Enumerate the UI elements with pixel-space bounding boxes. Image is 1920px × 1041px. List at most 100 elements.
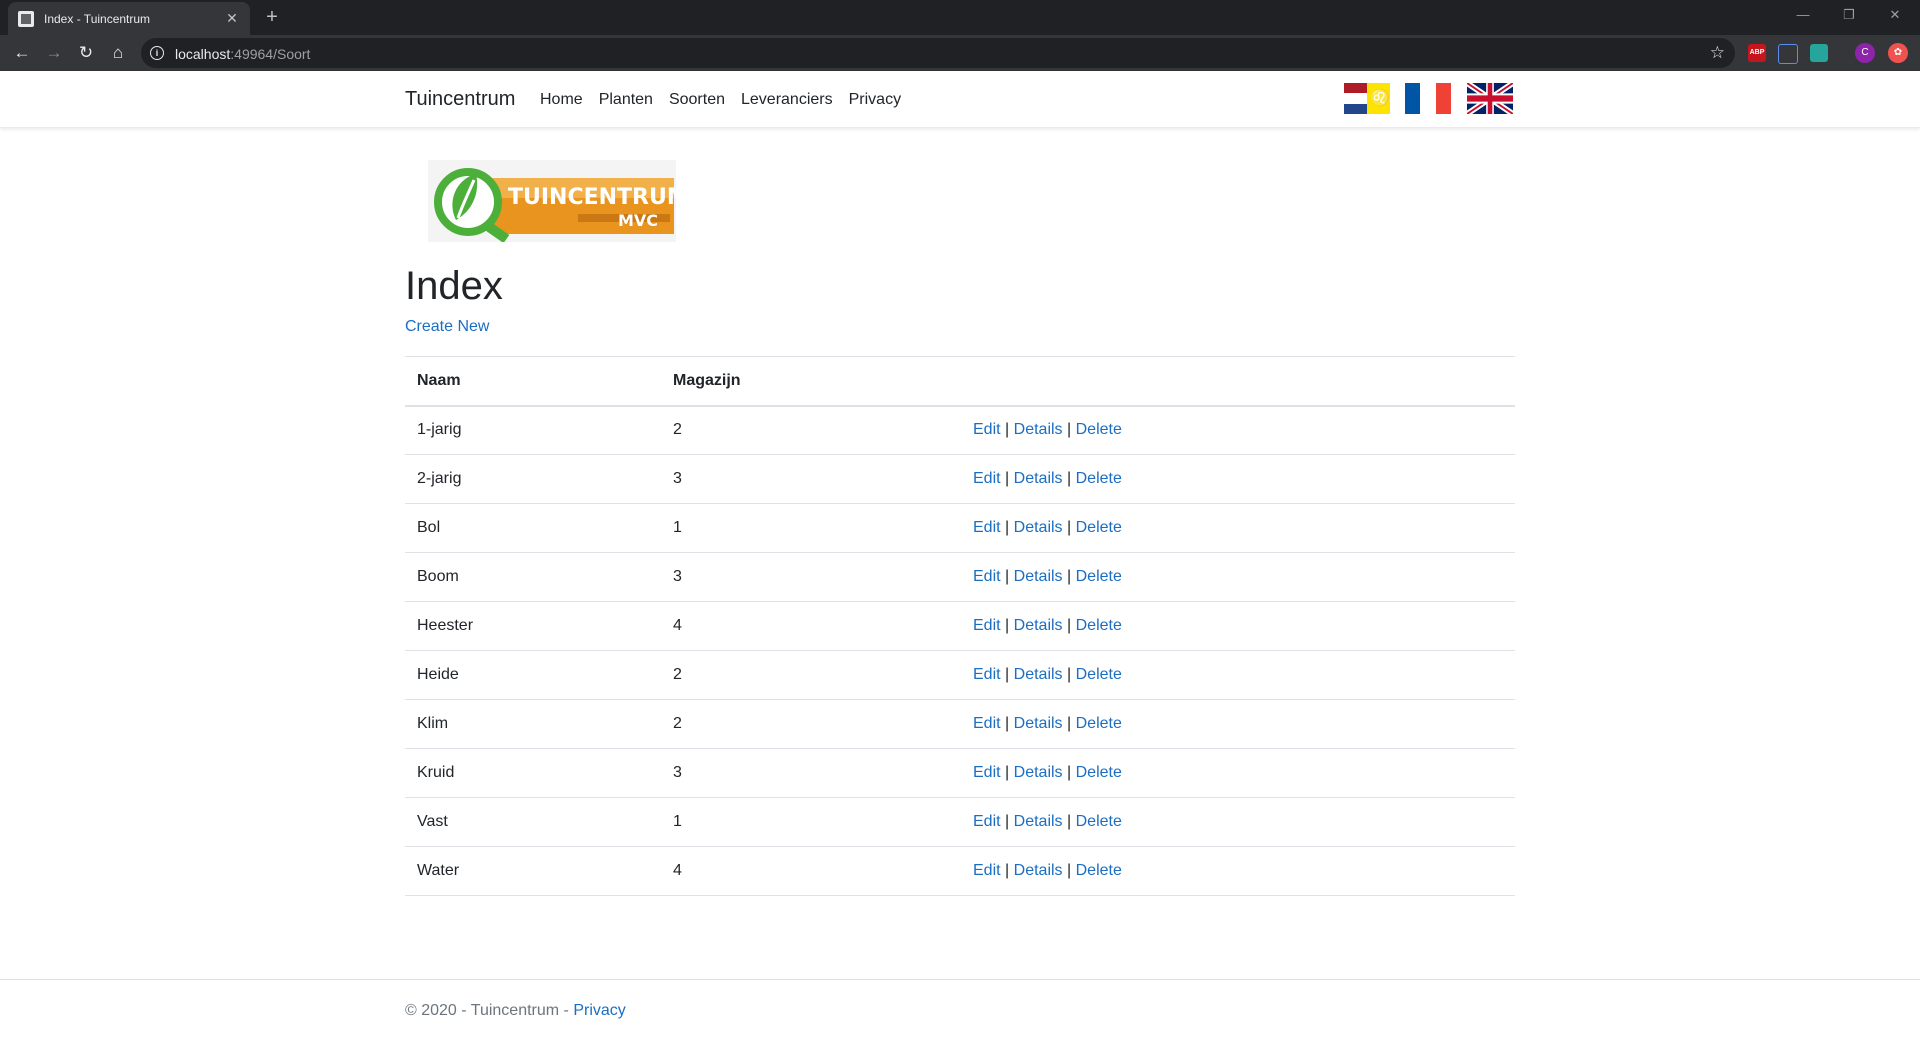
details-link[interactable]: Details [1014,813,1063,830]
create-new-link[interactable]: Create New [405,318,489,336]
cell-magazijn: 3 [661,454,961,504]
separator: | [1067,666,1072,683]
profile-avatar[interactable]: C [1855,43,1875,63]
delete-link[interactable]: Delete [1076,470,1122,487]
delete-link[interactable]: Delete [1076,519,1122,536]
close-tab-icon[interactable]: ✕ [224,10,240,27]
info-icon[interactable]: i [150,46,164,60]
delete-link[interactable]: Delete [1076,666,1122,683]
address-bar[interactable]: i localhost:49964/Soort ☆ [141,38,1735,68]
separator: | [1067,715,1072,732]
cell-naam: 1-jarig [405,405,661,455]
navbar-brand[interactable]: Tuincentrum [405,88,515,111]
extension-icon-3[interactable]: ✿ [1888,43,1908,63]
page-icon [18,10,34,27]
separator: | [1005,666,1010,683]
adblock-extension-icon[interactable]: ABP [1748,44,1766,62]
details-link[interactable]: Details [1014,715,1063,732]
edit-link[interactable]: Edit [973,666,1001,683]
url-text[interactable]: localhost:49964/Soort [175,46,310,62]
cell-actions: Edit | Details | Delete [961,405,1515,455]
bookmark-star-icon[interactable]: ☆ [1710,43,1725,63]
table-row: Boom 3 Edit | Details | Delete [405,552,1515,602]
details-link[interactable]: Details [1014,519,1063,536]
delete-link[interactable]: Delete [1076,568,1122,585]
cell-actions: Edit | Details | Delete [961,846,1515,896]
new-tab-icon[interactable]: + [260,5,284,29]
edit-link[interactable]: Edit [973,519,1001,536]
edit-link[interactable]: Edit [973,568,1001,585]
delete-link[interactable]: Delete [1076,617,1122,634]
edit-link[interactable]: Edit [973,617,1001,634]
close-window-icon[interactable]: ✕ [1872,0,1918,30]
tab-title: Index - Tuincentrum [44,11,151,26]
separator: | [1067,470,1072,487]
edit-link[interactable]: Edit [973,421,1001,438]
nav-planten[interactable]: Planten [599,91,653,109]
details-link[interactable]: Details [1014,666,1063,683]
delete-link[interactable]: Delete [1076,813,1122,830]
nav-soorten[interactable]: Soorten [669,91,725,109]
extension-icon[interactable] [1778,44,1798,64]
details-link[interactable]: Details [1014,421,1063,438]
separator: | [1005,519,1010,536]
flag-dutch-icon[interactable] [1344,83,1390,114]
delete-link[interactable]: Delete [1076,862,1122,879]
footer-text: © 2020 - Tuincentrum - Privacy [405,1002,626,1020]
details-link[interactable]: Details [1014,764,1063,781]
cell-naam: Klim [405,699,661,749]
cell-actions: Edit | Details | Delete [961,699,1515,749]
header-magazijn: Magazijn [661,356,961,407]
edit-link[interactable]: Edit [973,813,1001,830]
separator: | [1005,568,1010,585]
cell-naam: 2-jarig [405,454,661,504]
details-link[interactable]: Details [1014,862,1063,879]
table-row: Heester 4 Edit | Details | Delete [405,601,1515,651]
cell-naam: Bol [405,503,661,553]
cell-naam: Heester [405,601,661,651]
home-icon[interactable]: ⌂ [104,39,132,67]
details-link[interactable]: Details [1014,617,1063,634]
cell-naam: Kruid [405,748,661,798]
table-row: Water 4 Edit | Details | Delete [405,846,1515,896]
flag-french-icon[interactable] [1405,83,1451,114]
extension-icon-2[interactable] [1810,44,1828,62]
cell-actions: Edit | Details | Delete [961,454,1515,504]
header-naam: Naam [405,356,661,407]
separator: | [1005,862,1010,879]
restore-icon[interactable]: ❐ [1826,0,1872,30]
nav-privacy[interactable]: Privacy [849,91,901,109]
footer-copyright: © 2020 - Tuincentrum - [405,1002,574,1019]
table-row: Heide 2 Edit | Details | Delete [405,650,1515,700]
separator: | [1067,813,1072,830]
nav-links: Home Planten Soorten Leveranciers Privac… [540,91,901,109]
cell-magazijn: 2 [661,699,961,749]
minimize-icon[interactable]: — [1780,0,1826,30]
cell-magazijn: 3 [661,748,961,798]
edit-link[interactable]: Edit [973,862,1001,879]
browser-tab[interactable]: Index - Tuincentrum ✕ [8,2,250,35]
edit-link[interactable]: Edit [973,470,1001,487]
delete-link[interactable]: Delete [1076,764,1122,781]
separator: | [1067,764,1072,781]
cell-actions: Edit | Details | Delete [961,797,1515,847]
delete-link[interactable]: Delete [1076,715,1122,732]
separator: | [1005,421,1010,439]
details-link[interactable]: Details [1014,470,1063,487]
header-actions [961,356,1515,407]
delete-link[interactable]: Delete [1076,421,1122,438]
back-icon[interactable]: ← [8,39,36,67]
forward-icon[interactable]: → [40,39,68,67]
cell-naam: Vast [405,797,661,847]
edit-link[interactable]: Edit [973,764,1001,781]
details-link[interactable]: Details [1014,568,1063,585]
edit-link[interactable]: Edit [973,715,1001,732]
flag-english-icon[interactable] [1467,83,1513,114]
separator: | [1005,764,1010,781]
footer-privacy-link[interactable]: Privacy [573,1002,625,1019]
separator: | [1067,519,1072,536]
nav-home[interactable]: Home [540,91,583,109]
reload-icon[interactable]: ↻ [72,39,100,67]
nav-leveranciers[interactable]: Leveranciers [741,91,833,109]
table-row: 1-jarig 2 Edit | Details | Delete [405,405,1515,455]
